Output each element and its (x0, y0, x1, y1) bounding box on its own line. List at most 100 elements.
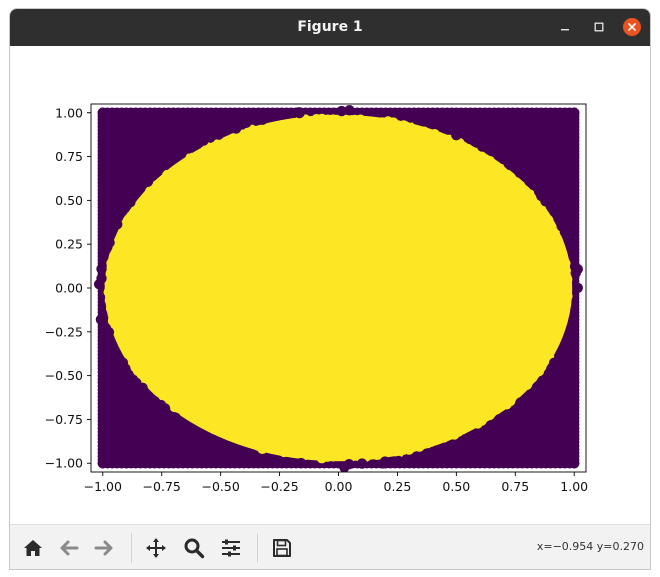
x-tick-label: −1.00 (84, 479, 122, 494)
x-tick-label: −0.50 (201, 479, 239, 494)
scatter-point (548, 357, 560, 368)
scatter-point (427, 446, 439, 458)
scatter-point (343, 458, 355, 470)
scatter-point (103, 327, 115, 338)
scatter-point (523, 175, 535, 186)
scatter-point (476, 141, 488, 152)
configure-subplots-icon (222, 539, 240, 557)
y-tick-label: 0.75 (55, 149, 83, 164)
scatter-point (568, 320, 579, 332)
scatter-point (198, 135, 209, 146)
scatter-point (241, 117, 252, 128)
x-tick-label: 0.75 (501, 479, 529, 494)
scatter-point (572, 264, 583, 275)
scatter-point (127, 375, 139, 386)
scatter-point (518, 395, 530, 407)
scatter-point (154, 163, 165, 174)
maximize-button[interactable] (590, 18, 608, 36)
scatter-point (93, 279, 105, 290)
scatter-point (378, 458, 389, 469)
scatter-point (137, 382, 148, 394)
scatter-point (561, 286, 572, 298)
scatter-point (356, 458, 368, 469)
y-tick-label: 0.25 (55, 237, 83, 252)
scatter-point (95, 314, 107, 325)
maximize-icon (594, 22, 604, 32)
y-tick-label: 1.00 (55, 105, 83, 120)
scatter-point (443, 441, 455, 452)
scatter-point (556, 220, 567, 232)
y-tick-label: −0.50 (45, 368, 83, 383)
scatter-point (543, 368, 555, 379)
scatter-point (118, 361, 129, 372)
x-tick-label: 1.00 (560, 479, 588, 494)
x-tick-label: −0.25 (260, 479, 298, 494)
back-icon (60, 540, 79, 556)
scatter-point (449, 126, 460, 137)
minimize-icon (561, 29, 569, 31)
scatter-point (99, 238, 111, 250)
scatter-point (495, 151, 507, 162)
pan-button[interactable] (143, 535, 169, 561)
scatter-point (183, 143, 194, 154)
scatter-point (213, 129, 225, 140)
scatter-point (125, 197, 136, 208)
scatter-point (108, 344, 120, 356)
scatter-plot[interactable]: −1.00 −0.75 −0.50 −0.25 0.00 0.25 0.50 0.75 1.00… (10, 46, 650, 524)
scatter-point (116, 205, 128, 216)
figure-canvas[interactable]: −1.00 −0.75 −0.50 −0.25 0.00 0.25 0.50 0.75 1.00… (10, 46, 650, 524)
title-bar: Figure 1 (10, 9, 650, 46)
pan-icon (146, 538, 166, 558)
scatter-point (568, 250, 579, 262)
close-button[interactable] (623, 18, 641, 36)
y-tick-label: −0.75 (45, 412, 83, 427)
y-tick-label: −0.25 (45, 324, 83, 339)
back-button[interactable] (56, 535, 82, 561)
save-icon (273, 539, 291, 557)
close-icon (628, 23, 636, 31)
scatter-point (405, 112, 416, 123)
scatter-point (295, 457, 307, 469)
scatter-point (540, 196, 551, 207)
scatter-point (532, 382, 544, 393)
minimize-button[interactable] (556, 18, 574, 36)
y-tick-label: 0.50 (55, 193, 83, 208)
scatter-point (569, 107, 580, 118)
scatter-point (97, 107, 108, 118)
scatter-point (142, 176, 154, 187)
y-tick-label: −1.00 (45, 456, 83, 471)
x-tick-label: 0.00 (325, 479, 353, 494)
scatter-point (569, 458, 580, 469)
navigation-toolbar: x=−0.954 y=0.270 (10, 524, 650, 569)
cursor-coordinates: x=−0.954 y=0.270 (536, 540, 644, 553)
forward-icon (94, 540, 113, 556)
scatter-point (293, 107, 305, 118)
scatter-point (233, 445, 244, 456)
scatter-point (472, 428, 484, 439)
toolbar-separator (131, 533, 132, 563)
scatter-point (344, 105, 355, 116)
zoom-button[interactable] (181, 535, 207, 561)
forward-button[interactable] (91, 535, 117, 561)
x-tick-label: 0.25 (384, 479, 412, 494)
save-button[interactable] (269, 535, 295, 561)
scatter-point (393, 455, 404, 467)
home-button[interactable] (20, 535, 46, 561)
scatter-point (154, 400, 165, 411)
scatter-point (572, 282, 583, 294)
scatter-point (108, 220, 120, 231)
scatter-point (504, 159, 516, 171)
zoom-icon (184, 538, 205, 559)
configure-subplots-button[interactable] (218, 535, 244, 561)
home-icon (24, 540, 42, 556)
scatter-point (170, 412, 181, 423)
window-title: Figure 1 (297, 19, 363, 35)
toolbar-separator (257, 533, 258, 563)
scatter-point (533, 186, 545, 197)
scatter-point (96, 263, 107, 275)
scatter-point (493, 414, 505, 425)
scatter-point (230, 123, 242, 134)
x-tick-label: 0.50 (442, 479, 470, 494)
figure-window: Figure 1 −1.00 −0.75 −0.50 −0.25 0.00 0.25 0.5… (9, 8, 651, 570)
x-tick-label: −0.75 (143, 479, 181, 494)
